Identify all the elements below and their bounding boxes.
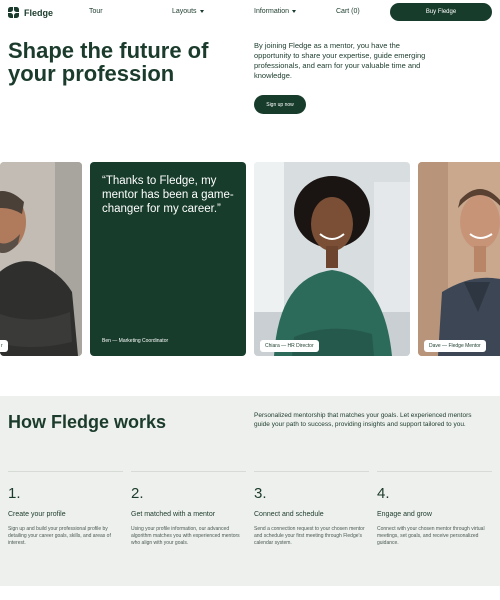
chevron-down-icon bbox=[292, 10, 297, 13]
nav-link-cart[interactable]: Cart (0) bbox=[336, 8, 360, 15]
woman-portrait-photo bbox=[254, 162, 410, 356]
nav-link-tour[interactable]: Tour bbox=[89, 8, 103, 15]
step-text: Sign up and build your professional prof… bbox=[8, 526, 111, 546]
sign-up-button[interactable]: Sign up now bbox=[254, 95, 306, 114]
step-title: Get matched with a mentor bbox=[131, 511, 216, 518]
hero-description: By joining Fledge as a mentor, you have … bbox=[254, 41, 426, 80]
testimonial-label: Chiara — HR Director bbox=[260, 340, 319, 352]
testimonial-card-dave: Dave — Fledge Mentor bbox=[418, 162, 500, 356]
step-number: 2. bbox=[131, 485, 144, 502]
top-navigation: Fledge Tour Layouts Information Cart (0)… bbox=[0, 0, 500, 26]
step-number: 1. bbox=[8, 485, 21, 502]
section-title: How Fledge works bbox=[8, 412, 167, 432]
step-text: Using your profile information, our adva… bbox=[131, 526, 240, 546]
testimonial-label: Dave — Fledge Mentor bbox=[424, 340, 486, 352]
brand-name: Fledge bbox=[24, 8, 54, 18]
nav-link-layouts[interactable]: Layouts bbox=[172, 8, 204, 15]
nav-link-information[interactable]: Information bbox=[254, 8, 297, 15]
testimonial-label: r bbox=[0, 340, 8, 352]
buy-fledge-button[interactable]: Buy Fledge bbox=[390, 3, 492, 21]
step-title: Engage and grow bbox=[377, 511, 432, 518]
step-2: 2. Get matched with a mentor Using your … bbox=[131, 471, 246, 547]
step-title: Connect and schedule bbox=[254, 511, 324, 518]
divider bbox=[8, 471, 123, 472]
step-4: 4. Engage and grow Connect with your cho… bbox=[377, 471, 492, 547]
testimonial-card-man-glasses: r bbox=[0, 162, 82, 356]
hero-title: Shape the future of your profession bbox=[8, 38, 209, 86]
chevron-down-icon bbox=[199, 10, 204, 13]
testimonial-quote: “Thanks to Fledge, my mentor has been a … bbox=[102, 175, 234, 215]
step-number: 3. bbox=[254, 485, 267, 502]
step-text: Connect with your chosen mentor through … bbox=[377, 526, 485, 546]
brand-logo[interactable]: Fledge bbox=[8, 7, 53, 19]
man-portrait-photo bbox=[418, 162, 500, 356]
step-number: 4. bbox=[377, 485, 390, 502]
nav-link-layouts-label: Layouts bbox=[172, 8, 197, 15]
fledge-logo-icon bbox=[8, 7, 20, 19]
testimonial-quote-card: “Thanks to Fledge, my mentor has been a … bbox=[90, 162, 246, 356]
divider bbox=[377, 471, 492, 472]
step-1: 1. Create your profile Sign up and build… bbox=[8, 471, 123, 547]
quote-attribution: Ben — Marketing Coordinator bbox=[102, 338, 169, 344]
testimonial-card-chiara: Chiara — HR Director bbox=[254, 162, 410, 356]
how-it-works-section: How Fledge works Personalized mentorship… bbox=[0, 396, 500, 586]
step-3: 3. Connect and schedule Send a connectio… bbox=[254, 471, 369, 547]
step-text: Send a connection request to your chosen… bbox=[254, 526, 365, 546]
nav-link-information-label: Information bbox=[254, 8, 290, 15]
divider bbox=[254, 471, 369, 472]
man-portrait-photo bbox=[0, 162, 82, 356]
step-title: Create your profile bbox=[8, 511, 66, 518]
divider bbox=[131, 471, 246, 472]
section-description: Personalized mentorship that matches you… bbox=[254, 412, 472, 428]
